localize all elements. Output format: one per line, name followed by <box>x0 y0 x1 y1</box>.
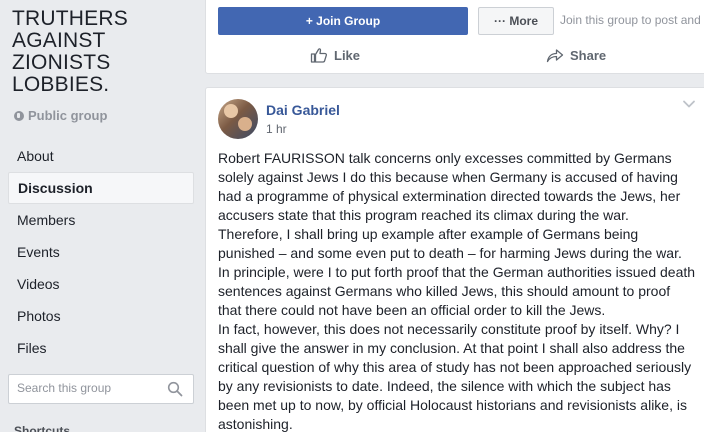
join-hint-text: Join this group to post and <box>560 13 701 27</box>
chevron-down-icon[interactable] <box>682 99 696 109</box>
post-card: Dai Gabriel 1 hr Robert FAURISSON talk c… <box>205 87 704 432</box>
share-icon <box>546 49 564 63</box>
group-search <box>8 374 194 404</box>
nav-item-discussion[interactable]: Discussion <box>8 172 194 204</box>
more-button[interactable]: ··· More <box>478 7 554 35</box>
share-button[interactable]: Share <box>546 47 606 63</box>
nav-item-files[interactable]: Files <box>8 332 194 364</box>
share-label: Share <box>570 47 607 63</box>
post-paragraph: In fact, however, this does not necessar… <box>218 321 692 432</box>
join-group-button[interactable]: + Join Group <box>218 7 468 35</box>
post-timestamp[interactable]: 1 hr <box>266 122 287 136</box>
search-input[interactable] <box>17 381 167 395</box>
group-nav: About Discussion Members Events Videos P… <box>8 140 194 364</box>
nav-item-events[interactable]: Events <box>8 236 194 268</box>
post-author[interactable]: Dai Gabriel <box>266 102 340 118</box>
like-button[interactable]: Like <box>310 47 360 63</box>
post-body: Robert FAURISSON talk concerns only exce… <box>218 149 696 432</box>
avatar[interactable] <box>218 99 258 139</box>
group-privacy-label: Public group <box>28 108 108 123</box>
nav-item-videos[interactable]: Videos <box>8 268 194 300</box>
shortcuts-heading: Shortcuts <box>14 424 71 432</box>
search-icon[interactable] <box>167 381 183 397</box>
globe-icon <box>14 110 24 121</box>
group-header-card: + Join Group ··· More Join this group to… <box>205 0 704 74</box>
like-label: Like <box>334 47 361 63</box>
left-sidebar: TRUTHERS AGAINST ZIONISTS LOBBIES. Publi… <box>0 0 205 432</box>
nav-item-about[interactable]: About <box>8 140 194 172</box>
like-icon <box>310 48 328 63</box>
group-title[interactable]: TRUTHERS AGAINST ZIONISTS LOBBIES. <box>12 8 202 96</box>
nav-item-members[interactable]: Members <box>8 204 194 236</box>
post-actions: Like Share <box>206 43 704 73</box>
group-privacy: Public group <box>14 108 107 123</box>
post-paragraph: Robert FAURISSON talk concerns only exce… <box>218 150 696 318</box>
nav-item-photos[interactable]: Photos <box>8 300 194 332</box>
